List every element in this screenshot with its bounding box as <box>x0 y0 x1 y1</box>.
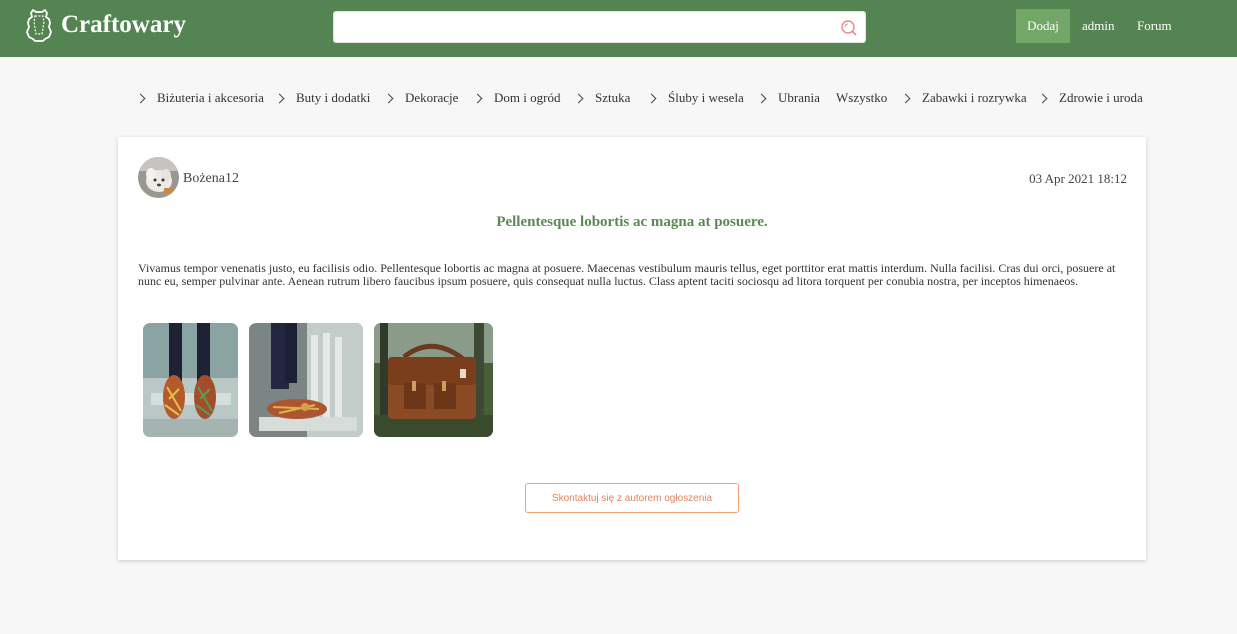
post-image-thumbnail[interactable] <box>249 323 363 437</box>
category-label: Wszystko <box>836 90 888 105</box>
category-link[interactable]: Sztuka <box>573 90 631 106</box>
category-link[interactable]: Zabawki i rozrywka <box>900 90 1027 106</box>
post-title: Pellentesque lobortis ac magna at posuer… <box>496 214 768 230</box>
category-link[interactable]: Ubrania <box>756 90 820 106</box>
post-image-thumbnail[interactable] <box>143 323 238 437</box>
chevron-right-icon <box>383 93 394 103</box>
chevron-right-icon <box>274 93 285 103</box>
category-link[interactable]: Wszystko <box>836 90 887 106</box>
chevron-right-icon <box>756 93 767 103</box>
chevron-right-icon <box>135 93 146 103</box>
hide-leather-icon <box>26 9 52 42</box>
post-card: Bożena12 03 Apr 2021 18:12 Pellentesque … <box>118 137 1146 560</box>
top-navbar: Craftowary Dodaj admin Forum <box>0 0 1237 57</box>
category-link[interactable]: Buty i dodatki <box>274 90 371 106</box>
logo[interactable]: Craftowary <box>24 8 186 42</box>
category-label: Dekoracje <box>405 90 459 105</box>
category-label: Śluby i wesela <box>668 90 744 105</box>
add-button[interactable]: Dodaj <box>1016 9 1070 43</box>
chevron-right-icon <box>573 93 584 103</box>
logo-text: Craftowary <box>61 11 186 38</box>
category-link[interactable]: Zdrowie i uroda <box>1037 90 1143 106</box>
category-label: Sztuka <box>595 90 631 105</box>
category-label: Dom i ogród <box>494 90 561 105</box>
category-label: Ubrania <box>778 90 820 105</box>
author-name[interactable]: Bożena12 <box>183 171 239 187</box>
woven-shoes-side-photo <box>249 323 363 437</box>
chevron-right-icon <box>1037 93 1048 103</box>
category-label: Buty i dodatki <box>296 90 371 105</box>
category-link[interactable]: Dom i ogród <box>472 90 561 106</box>
contact-author-button[interactable]: Skontaktuj się z autorem ogłoszenia <box>525 483 739 513</box>
category-label: Zabawki i rozrywka <box>922 90 1027 105</box>
avatar[interactable] <box>138 157 179 198</box>
forum-link[interactable]: Forum <box>1137 9 1172 43</box>
search-input[interactable] <box>334 12 834 42</box>
chevron-right-icon <box>646 93 657 103</box>
chevron-right-icon <box>472 93 483 103</box>
admin-link[interactable]: admin <box>1082 9 1115 43</box>
avatar-photo <box>138 157 179 198</box>
category-label: Zdrowie i uroda <box>1059 90 1143 105</box>
post-image-thumbnail[interactable] <box>374 323 493 437</box>
post-date: 03 Apr 2021 18:12 <box>1029 171 1127 186</box>
category-link[interactable]: Biżuteria i akcesoria <box>135 90 264 106</box>
category-link[interactable]: Śluby i wesela <box>646 90 744 106</box>
post-body: Vivamus tempor venenatis justo, eu facil… <box>138 261 1116 288</box>
leather-bag-photo <box>374 323 493 437</box>
search-box <box>333 11 866 43</box>
category-link[interactable]: Dekoracje <box>383 90 459 106</box>
search-icon[interactable] <box>840 19 857 36</box>
woven-shoes-photo <box>143 323 238 437</box>
category-label: Biżuteria i akcesoria <box>157 90 264 105</box>
chevron-right-icon <box>900 93 911 103</box>
